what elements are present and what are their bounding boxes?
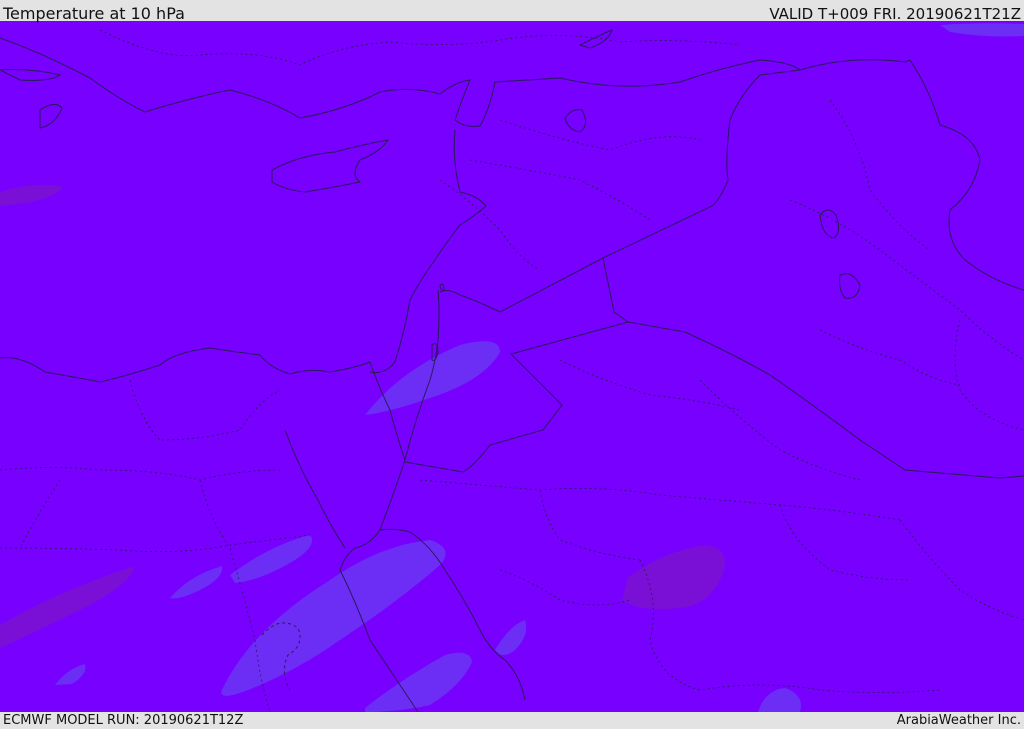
valid-time: VALID T+009 FRI. 20190621T21Z	[769, 5, 1021, 23]
credit-label: ArabiaWeather Inc.	[896, 713, 1021, 728]
header-bar: Temperature at 10 hPa VALID T+009 FRI. 2…	[0, 0, 1024, 23]
model-run-label: ECMWF MODEL RUN: 20190621T12Z	[3, 713, 244, 728]
map-area[interactable]	[0, 21, 1024, 712]
temperature-field	[0, 21, 1024, 712]
footer-bar: ECMWF MODEL RUN: 20190621T12Z ArabiaWeat…	[0, 712, 1024, 729]
map-title: Temperature at 10 hPa	[3, 4, 185, 23]
map-canvas	[0, 21, 1024, 712]
